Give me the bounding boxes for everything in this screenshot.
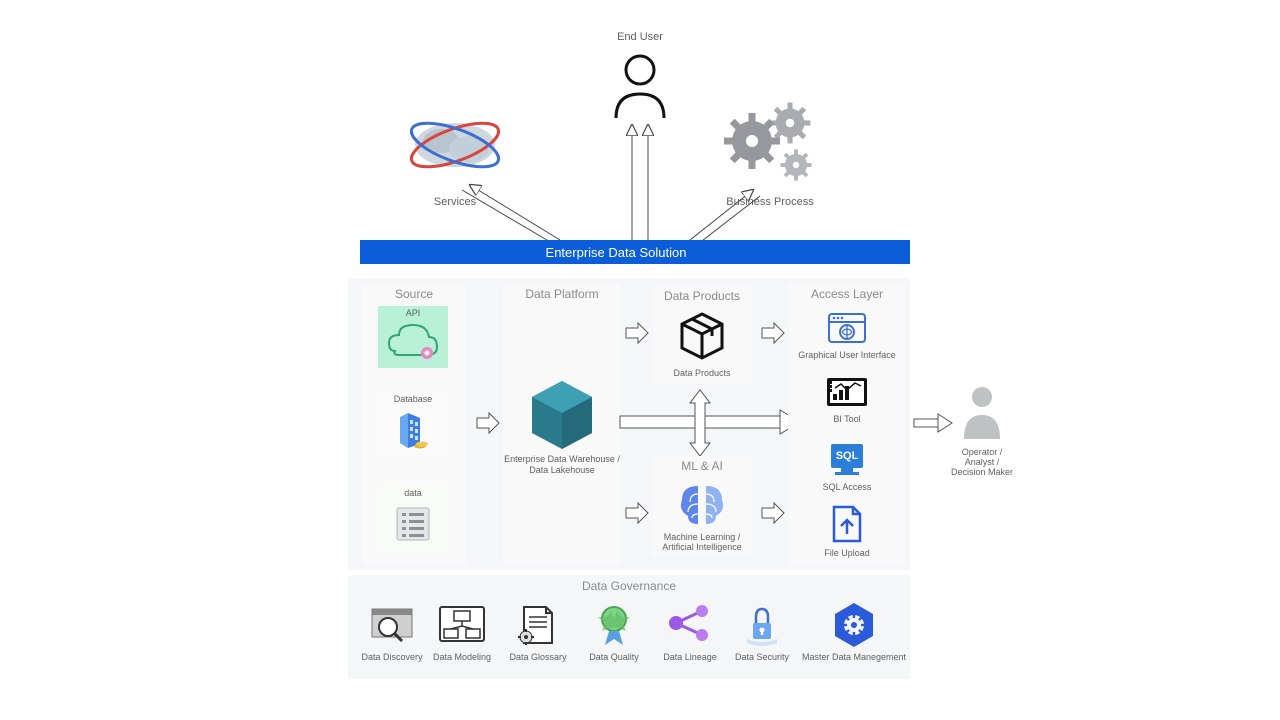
access-header: Access Layer bbox=[811, 287, 883, 301]
diagram-canvas: End User Services Business Process Enter… bbox=[0, 0, 1280, 720]
gov-label-4: Data Lineage bbox=[663, 652, 717, 662]
end-user-label: End User bbox=[617, 31, 663, 43]
governance-header: Data Governance bbox=[582, 579, 676, 593]
platform-header: Data Platform bbox=[525, 287, 598, 301]
platform-caption-1: Enterprise Data Warehouse / bbox=[504, 454, 620, 464]
operator-icon bbox=[964, 387, 1000, 439]
gov-label-6: Master Data Manegement bbox=[802, 652, 907, 662]
gov-label-2: Data Glossary bbox=[509, 652, 567, 662]
bi-tool-icon bbox=[827, 378, 867, 406]
products-header: Data Products bbox=[664, 289, 740, 303]
source-header: Source bbox=[395, 287, 433, 301]
bi-label: BI Tool bbox=[833, 414, 860, 424]
list-data-icon bbox=[397, 508, 429, 540]
file-label: File Upload bbox=[824, 548, 870, 558]
services-label: Services bbox=[434, 196, 477, 208]
platform-caption-2: Data Lakehouse bbox=[529, 465, 595, 475]
arrow-to-operator bbox=[914, 414, 952, 432]
business-process-label: Business Process bbox=[726, 196, 814, 208]
gov-label-3: Data Quality bbox=[589, 652, 639, 662]
gov-item-discovery bbox=[372, 609, 412, 641]
banner-label: Enterprise Data Solution bbox=[546, 245, 687, 260]
source-data-label: data bbox=[404, 488, 422, 498]
gov-label-5: Data Security bbox=[735, 652, 790, 662]
svg-text:SQL: SQL bbox=[836, 450, 859, 462]
source-api-label: API bbox=[406, 308, 421, 318]
gui-label: Graphical User Interface bbox=[798, 350, 896, 360]
products-caption: Data Products bbox=[673, 368, 731, 378]
operator-label-2: Analyst / bbox=[965, 457, 1000, 467]
user-icon bbox=[616, 56, 664, 118]
gov-label-1: Data Modeling bbox=[433, 652, 491, 662]
mlai-header: ML & AI bbox=[681, 459, 723, 473]
mlai-caption-1: Machine Learning / bbox=[664, 532, 741, 542]
mlai-caption-2: Artificial Intelligence bbox=[662, 542, 742, 552]
gov-label-0: Data Discovery bbox=[361, 652, 423, 662]
source-db-label: Database bbox=[394, 394, 433, 404]
sql-label: SQL Access bbox=[823, 482, 872, 492]
top-arrows bbox=[462, 125, 760, 244]
business-process-icon bbox=[724, 103, 812, 181]
operator-label-1: Operator / bbox=[962, 447, 1003, 457]
services-icon bbox=[406, 114, 503, 176]
operator-label-3: Decision Maker bbox=[951, 467, 1013, 477]
gov-item-modeling bbox=[440, 607, 484, 641]
gov-item-glossary bbox=[518, 607, 552, 645]
